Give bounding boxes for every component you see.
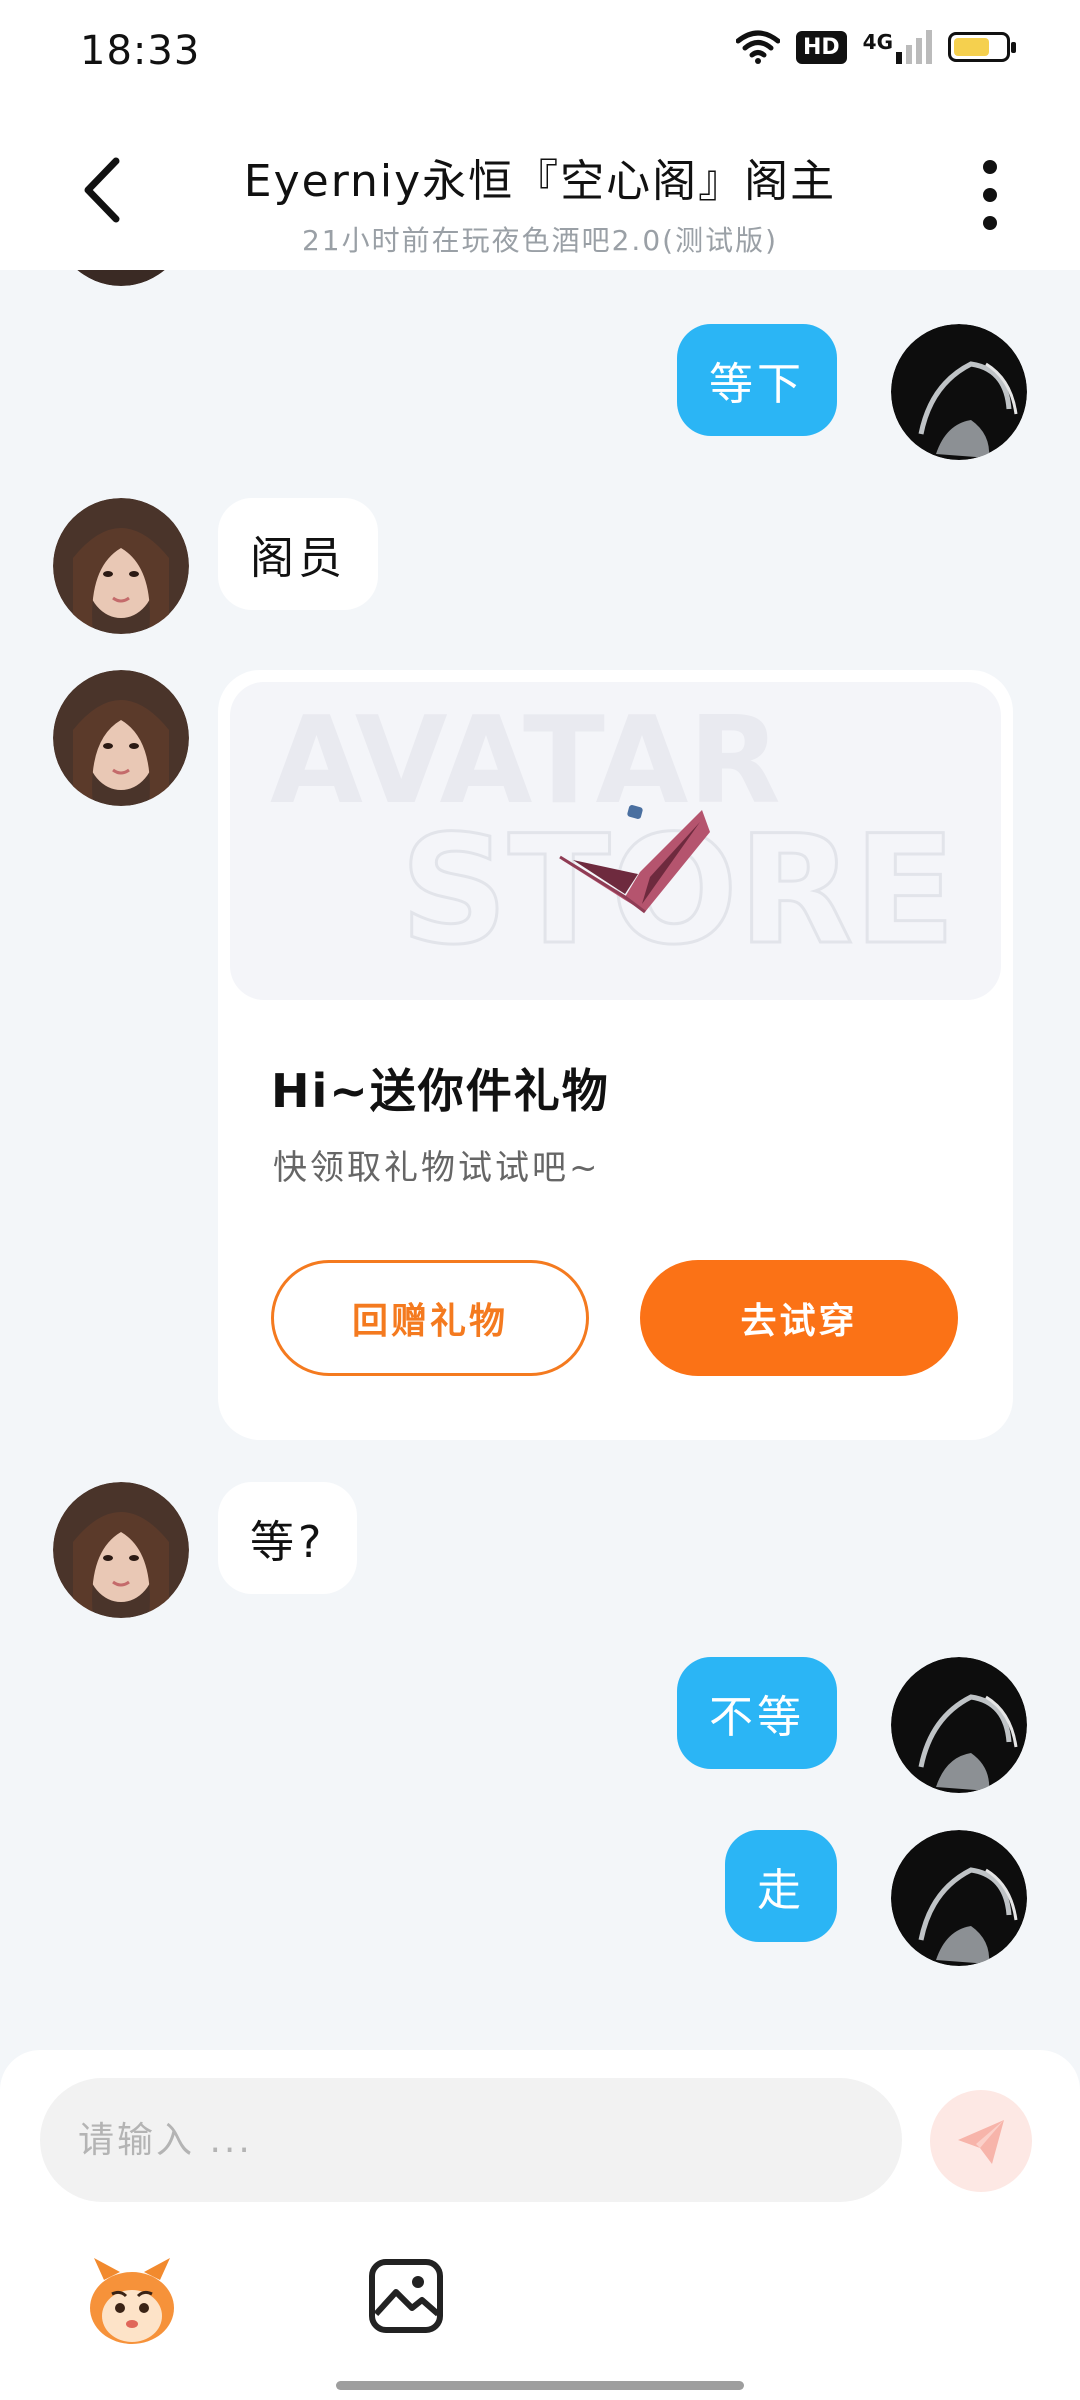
- message-bubble-incoming[interactable]: 阁员: [218, 498, 378, 610]
- battery-level: [954, 38, 989, 56]
- contact-name: Eyerniy永恒『空心阁』阁主: [243, 156, 837, 207]
- try-on-button[interactable]: 去试穿: [640, 1260, 958, 1376]
- contact-avatar[interactable]: [53, 670, 189, 806]
- contact-avatar[interactable]: [53, 1482, 189, 1618]
- message-bubble-incoming[interactable]: 等?: [218, 1482, 358, 1594]
- back-button[interactable]: [80, 155, 124, 225]
- status-bar: 18:33 HD 4G: [0, 0, 1080, 105]
- wifi-icon: [735, 30, 780, 64]
- chat-header: Eyerniy永恒『空心阁』阁主 21小时前在玩夜色酒吧2.0(测试版): [0, 105, 1080, 270]
- my-avatar[interactable]: [891, 1830, 1027, 1966]
- gift-description: 快领取礼物试试吧~: [273, 1148, 601, 1188]
- message-input[interactable]: [40, 2078, 902, 2202]
- paper-plane-icon: [958, 2120, 1004, 2164]
- my-avatar[interactable]: [891, 1657, 1027, 1793]
- home-indicator[interactable]: [336, 2381, 744, 2390]
- contact-status: 21小时前在玩夜色酒吧2.0(测试版): [301, 224, 778, 257]
- my-avatar[interactable]: [891, 324, 1027, 460]
- message-list[interactable]: 等下 阁员 AVATAR STORE Hi~送你件礼物 快领取礼物试试吧~ 回赠…: [0, 270, 1080, 2050]
- send-button[interactable]: [930, 2090, 1032, 2192]
- battery-icon: [948, 32, 1016, 62]
- message-bubble-outgoing[interactable]: 等下: [677, 324, 837, 436]
- contact-avatar[interactable]: [53, 270, 189, 286]
- return-gift-button[interactable]: 回赠礼物: [271, 1260, 589, 1376]
- cell-signal-icon: 4G: [863, 30, 932, 64]
- contact-avatar[interactable]: [53, 498, 189, 634]
- watermark-store: STORE: [400, 804, 956, 978]
- message-bubble-outgoing[interactable]: 走: [725, 1830, 837, 1942]
- chevron-left-icon: [84, 157, 120, 223]
- hd-badge: HD: [795, 30, 847, 64]
- gift-banner: AVATAR STORE: [230, 682, 1001, 1000]
- message-bubble-outgoing[interactable]: 不等: [677, 1657, 837, 1769]
- more-options-button[interactable]: [980, 160, 1000, 230]
- input-panel: [0, 2050, 1080, 2400]
- chat-title-area[interactable]: Eyerniy永恒『空心阁』阁主 21小时前在玩夜色酒吧2.0(测试版): [150, 145, 930, 259]
- image-icon: [369, 2259, 443, 2333]
- gift-title: Hi~送你件礼物: [271, 1064, 610, 1118]
- network-type-label: 4G: [862, 30, 893, 54]
- image-picker-button[interactable]: [368, 2258, 444, 2334]
- vertical-dots-icon: [983, 160, 997, 174]
- gift-card[interactable]: AVATAR STORE Hi~送你件礼物 快领取礼物试试吧~ 回赠礼物 去试穿: [218, 670, 1013, 1440]
- status-time: 18:33: [80, 28, 201, 74]
- mascot-emoji-icon[interactable]: [82, 2250, 182, 2350]
- status-icons: HD 4G: [735, 30, 1016, 64]
